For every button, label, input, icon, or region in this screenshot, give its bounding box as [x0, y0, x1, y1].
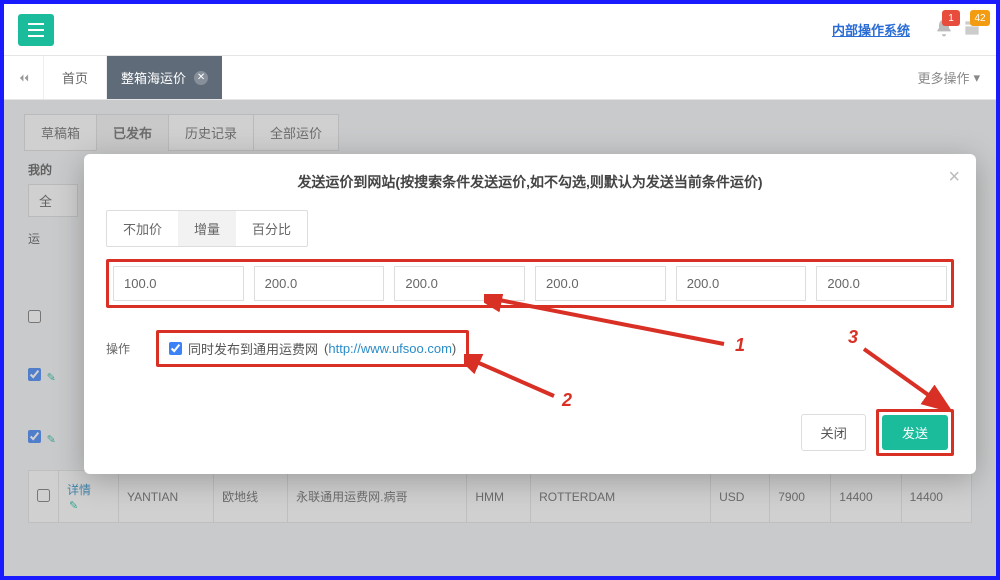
tab-home[interactable]: 首页: [44, 56, 107, 99]
price-input-3[interactable]: [394, 266, 525, 301]
hamburger-icon: [28, 23, 44, 37]
tab-bar: 首页 整箱海运价 ✕ 更多操作 ▾: [4, 56, 996, 100]
price-input-2[interactable]: [254, 266, 385, 301]
price-mode-increment[interactable]: 增量: [178, 211, 236, 246]
publish-label: 操作: [106, 340, 142, 357]
tab-active-label: 整箱海运价: [121, 68, 186, 87]
close-icon[interactable]: ✕: [194, 71, 208, 85]
chevron-down-icon: ▾: [973, 70, 980, 86]
price-input-4[interactable]: [535, 266, 666, 301]
top-header: 内部操作系统 1 42: [4, 4, 996, 56]
tab-active[interactable]: 整箱海运价 ✕: [107, 56, 222, 99]
send-button[interactable]: 发送: [882, 415, 948, 450]
modal-close-button[interactable]: ×: [948, 166, 960, 189]
modal-title: 发送运价到网站(按搜索条件发送运价,如不勾选,则默认为发送当前条件运价): [106, 172, 954, 192]
send-price-modal: × 发送运价到网站(按搜索条件发送运价,如不勾选,则默认为发送当前条件运价) 不…: [84, 154, 976, 474]
internal-system-link[interactable]: 内部操作系统: [832, 20, 910, 39]
publish-url-wrap: (http://www.ufsoo.com): [324, 341, 456, 356]
publish-url-link[interactable]: http://www.ufsoo.com: [328, 341, 452, 356]
price-input-5[interactable]: [676, 266, 807, 301]
menu-toggle-button[interactable]: [18, 14, 54, 46]
more-ops-label: 更多操作: [917, 68, 969, 87]
price-mode-none[interactable]: 不加价: [107, 211, 178, 246]
task-icon-button[interactable]: 42: [962, 18, 982, 41]
publish-option-box: 同时发布到通用运费网 (http://www.ufsoo.com): [156, 330, 469, 367]
close-button[interactable]: 关闭: [801, 414, 866, 451]
task-badge: 42: [970, 10, 990, 26]
notification-bell[interactable]: 1: [934, 18, 954, 41]
more-operations-button[interactable]: 更多操作 ▾: [901, 56, 996, 99]
publish-checkbox[interactable]: [169, 342, 182, 355]
price-input-1[interactable]: [113, 266, 244, 301]
tab-back-button[interactable]: [4, 56, 44, 99]
publish-checkbox-label: 同时发布到通用运费网: [188, 339, 318, 358]
price-input-row: [106, 259, 954, 308]
price-mode-tabs: 不加价 增量 百分比: [106, 210, 308, 247]
notification-badge: 1: [942, 10, 960, 26]
chevron-double-left-icon: [17, 71, 31, 85]
price-input-6[interactable]: [816, 266, 947, 301]
price-mode-percent[interactable]: 百分比: [236, 211, 307, 246]
